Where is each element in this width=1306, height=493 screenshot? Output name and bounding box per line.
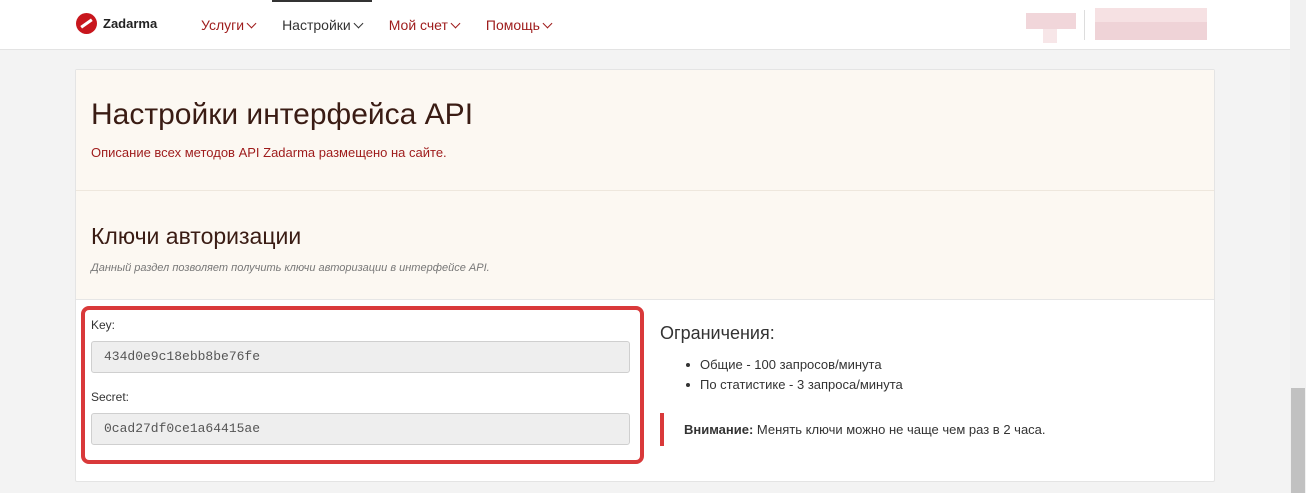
- nav-services[interactable]: Услуги: [201, 0, 257, 50]
- warning-text: Менять ключи можно не чаще чем раз в 2 ч…: [753, 422, 1046, 437]
- zadarma-logo-icon: [76, 13, 97, 34]
- user-menu-blurred[interactable]: [1095, 8, 1207, 22]
- top-navbar: Zadarma Услуги Настройки Мой счет Помощь: [0, 0, 1290, 50]
- nav-help[interactable]: Помощь: [485, 0, 553, 50]
- nav-services-label: Услуги: [201, 17, 245, 33]
- warning-message: Внимание: Менять ключи можно не чаще чем…: [684, 422, 1046, 437]
- api-key-field[interactable]: 434d0e9c18ebb8be76fe: [91, 341, 630, 373]
- key-label: Key:: [91, 318, 116, 332]
- chevron-down-icon: [246, 18, 257, 28]
- page-title: Настройки интерфейса API: [91, 98, 474, 131]
- balance-blurred-detail: [1043, 29, 1057, 43]
- chevron-down-icon: [450, 18, 461, 28]
- chevron-down-icon: [542, 18, 553, 28]
- panel-divider: [76, 190, 1214, 191]
- nav-my-account-label: Мой счет: [388, 17, 448, 33]
- header-divider: [1084, 10, 1085, 40]
- list-item: По статистике - 3 запроса/минута: [684, 375, 903, 395]
- nav-help-label: Помощь: [485, 17, 540, 33]
- warning-accent-bar: [660, 413, 664, 446]
- nav-settings[interactable]: Настройки: [272, 0, 372, 50]
- secret-label: Secret:: [91, 390, 130, 404]
- auth-keys-note: Данный раздел позволяет получить ключи а…: [91, 262, 490, 274]
- scrollbar-thumb[interactable]: [1291, 388, 1305, 493]
- list-item: Общие - 100 запросов/минута: [684, 355, 903, 375]
- user-menu-blurred-detail: [1095, 22, 1207, 40]
- logo-text: Zadarma: [103, 16, 158, 31]
- main-nav: Услуги Настройки Мой счет Помощь: [201, 0, 578, 50]
- api-secret-field[interactable]: 0cad27df0ce1a64415ae: [91, 413, 630, 445]
- limits-list: Общие - 100 запросов/минута По статистик…: [684, 355, 903, 395]
- balance-blurred[interactable]: [1026, 13, 1076, 29]
- api-description-link[interactable]: Описание всех методов API Zadarma размещ…: [91, 145, 447, 160]
- panel-bottom-border: [76, 299, 1214, 300]
- nav-my-account[interactable]: Мой счет: [388, 0, 461, 50]
- auth-keys-title: Ключи авторизации: [91, 223, 302, 249]
- logo[interactable]: Zadarma: [76, 13, 157, 34]
- chevron-down-icon: [353, 18, 364, 28]
- limits-title: Ограничения:: [660, 323, 775, 343]
- nav-settings-label: Настройки: [282, 17, 351, 33]
- warning-label: Внимание:: [684, 422, 754, 437]
